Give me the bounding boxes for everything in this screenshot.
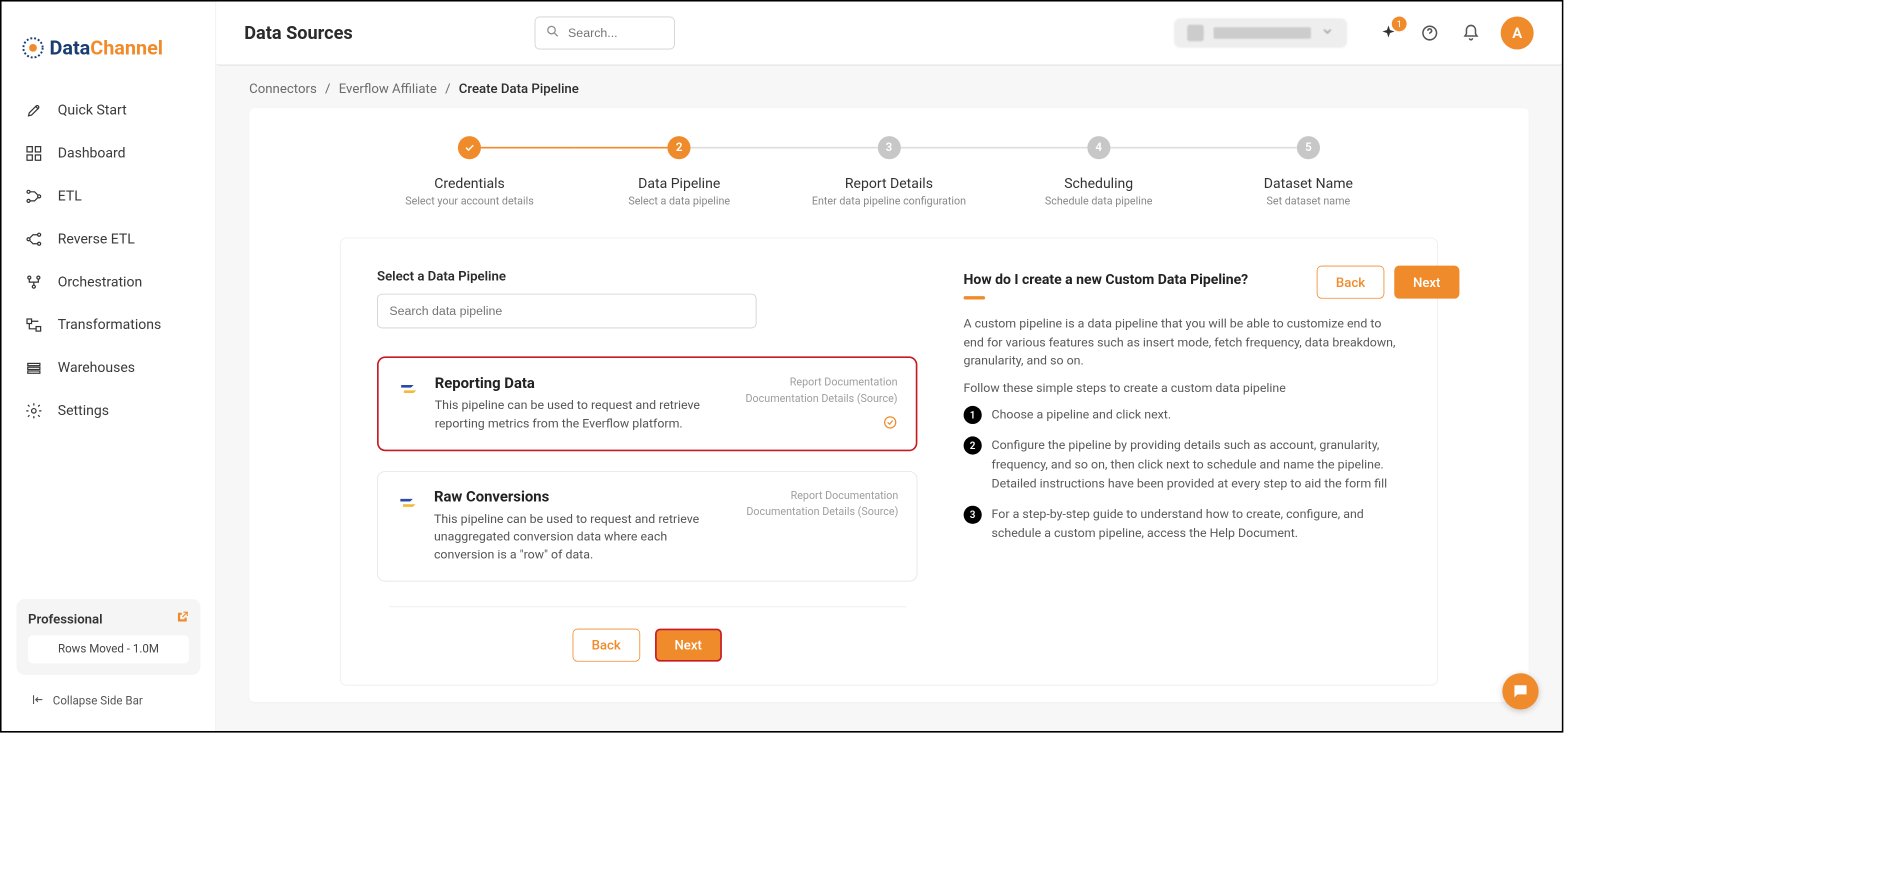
sidebar-item-warehouses[interactable]: Warehouses [2,347,216,390]
sidebar-item-orchestration[interactable]: Orchestration [2,261,216,304]
main: Data Sources 1 [216,2,1562,731]
plan-stat: Rows Moved - 1.0M [28,635,189,663]
etl-icon [25,187,43,205]
logo[interactable]: DataChannel [2,17,216,90]
orchestration-icon [25,273,43,291]
warehouses-icon [25,359,43,377]
divider [389,606,906,607]
help-paragraph: A custom pipeline is a data pipeline tha… [963,314,1400,370]
back-button-bottom[interactable]: Back [573,628,640,661]
back-button-top[interactable]: Back [1317,266,1384,299]
help-panel: How do I create a new Custom Data Pipeli… [963,268,1400,661]
sidebar-item-label: ETL [58,188,82,205]
card-desc: This pipeline can be used to request and… [434,510,715,564]
step-report-details[interactable]: 3 Report Details Enter data pipeline con… [784,136,994,208]
page-title: Data Sources [244,23,353,44]
next-button-bottom[interactable]: Next [655,628,722,661]
help-step: For a step-by-step guide to understand h… [963,505,1400,543]
plan-card: Professional Rows Moved - 1.0M [17,599,201,675]
card-doc-source[interactable]: Documentation Details (Source) [746,391,898,407]
sidebar-item-label: Settings [58,403,109,420]
org-name [1214,27,1311,39]
org-switcher[interactable] [1174,18,1347,48]
help-button[interactable] [1418,21,1441,44]
pipeline-card-reporting-data[interactable]: Reporting Data This pipeline can be used… [377,356,917,450]
external-link-icon[interactable] [176,611,189,628]
sidebar-item-settings[interactable]: Settings [2,389,216,432]
pipeline-card-raw-conversions[interactable]: Raw Conversions This pipeline can be use… [377,471,917,582]
transformations-icon [25,316,43,334]
breadcrumb: Connectors / Everflow Affiliate / Create… [249,81,1529,97]
sidebar: DataChannel Quick Start Dashboard ETL Re… [2,2,217,731]
everflow-icon [397,376,422,401]
sidebar-item-dashboard[interactable]: Dashboard [2,132,216,175]
chat-button[interactable] [1502,673,1538,709]
card-doc-source[interactable]: Documentation Details (Source) [746,504,898,520]
selected-check-icon [746,415,898,430]
collapse-icon [31,693,44,710]
card-doc-link[interactable]: Report Documentation [746,488,898,504]
bell-button[interactable] [1459,21,1482,44]
help-step: Configure the pipeline by providing deta… [963,436,1400,494]
topbar: Data Sources 1 [216,2,1562,66]
plan-name: Professional [28,611,103,627]
search-icon [545,24,560,42]
stepper: Credentials Select your account details … [282,133,1496,208]
breadcrumb-current: Create Data Pipeline [459,81,579,97]
avatar[interactable]: A [1501,17,1534,50]
chevron-down-icon [1321,25,1334,42]
grid-icon [25,144,43,162]
next-button-top[interactable]: Next [1394,266,1459,299]
step-data-pipeline[interactable]: 2 Data Pipeline Select a data pipeline [574,136,784,208]
everflow-icon [396,490,421,515]
help-paragraph: Follow these simple steps to create a cu… [963,378,1400,397]
sidebar-item-transformations[interactable]: Transformations [2,304,216,347]
step-credentials[interactable]: Credentials Select your account details [365,136,575,208]
sidebar-item-label: Transformations [58,317,161,334]
sidebar-item-label: Warehouses [58,360,135,377]
sidebar-item-label: Quick Start [58,102,127,119]
sidebar-item-label: Reverse ETL [58,231,135,248]
check-icon [458,136,481,159]
bell-icon [1462,24,1480,42]
sparkle-button[interactable]: 1 [1377,21,1400,44]
nav: Quick Start Dashboard ETL Reverse ETL Or… [2,89,216,599]
collapse-sidebar[interactable]: Collapse Side Bar [17,686,201,716]
card-title: Raw Conversions [434,488,733,505]
pipeline-select-panel: Select a Data Pipeline Reporting Data Th… [340,238,1438,686]
rocket-icon [25,101,43,119]
sidebar-item-quick-start[interactable]: Quick Start [2,89,216,132]
step-dataset-name[interactable]: 5 Dataset Name Set dataset name [1204,136,1414,208]
org-icon [1187,25,1204,42]
sidebar-item-label: Dashboard [58,145,126,162]
global-search-input[interactable] [568,26,664,40]
gear-icon [25,402,43,420]
sidebar-item-etl[interactable]: ETL [2,175,216,218]
logo-icon [21,36,44,59]
sidebar-item-label: Orchestration [58,274,142,291]
sidebar-item-reverse-etl[interactable]: Reverse ETL [2,218,216,261]
chat-icon [1511,682,1529,700]
help-icon [1421,24,1439,42]
wizard-panel: Credentials Select your account details … [249,108,1529,702]
step-scheduling[interactable]: 4 Scheduling Schedule data pipeline [994,136,1204,208]
help-step: Choose a pipeline and click next. [963,405,1400,424]
pipeline-search-input[interactable] [377,294,756,329]
collapse-label: Collapse Side Bar [53,695,143,708]
section-label: Select a Data Pipeline [377,268,917,284]
breadcrumb-everflow[interactable]: Everflow Affiliate [339,81,437,97]
reverse-etl-icon [25,230,43,248]
help-underline [963,296,984,299]
logo-text: DataChannel [50,36,164,59]
card-title: Reporting Data [435,375,733,392]
notif-badge: 1 [1392,17,1407,32]
card-desc: This pipeline can be used to request and… [435,397,715,433]
global-search[interactable] [534,17,674,50]
card-doc-link[interactable]: Report Documentation [746,375,898,391]
breadcrumb-connectors[interactable]: Connectors [249,81,317,97]
